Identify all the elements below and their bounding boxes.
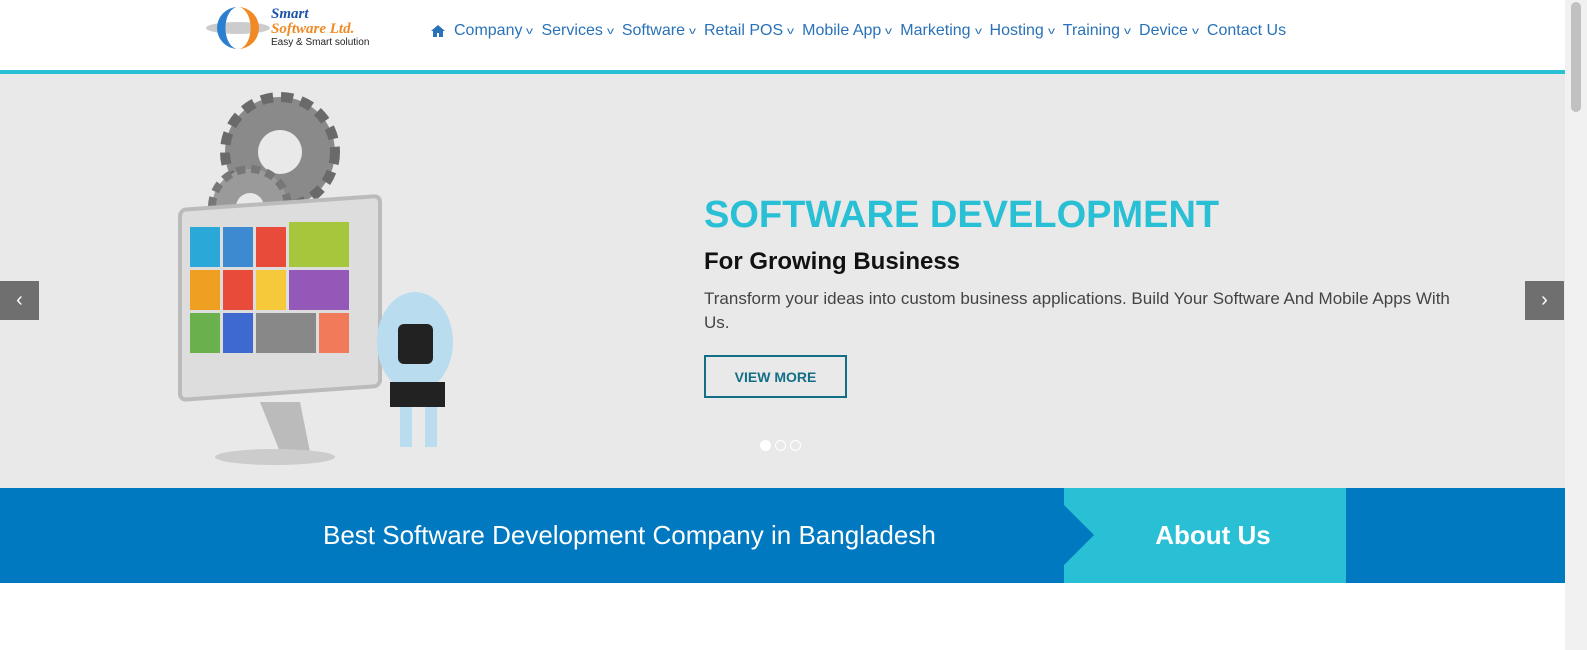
nav-retail-pos[interactable]: Retail POS v: [703, 22, 795, 40]
logo-swirl-icon: [206, 7, 270, 49]
nav-label: Device: [1139, 22, 1188, 39]
arrow-notch: [1064, 505, 1094, 565]
hero-slider: ‹ › SOFTWARE DEVELOPMENT For Growing Bus…: [0, 74, 1565, 488]
nav-label: Contact Us: [1206, 22, 1287, 39]
hero-title: SOFTWARE DEVELOPMENT: [704, 194, 1220, 236]
chevron-right-icon: ›: [1541, 289, 1548, 311]
scrollbar-thumb[interactable]: [1571, 2, 1581, 112]
nav-label: Retail POS: [703, 22, 784, 39]
chevron-down-icon: v: [885, 25, 893, 37]
nav-services[interactable]: Services v: [541, 22, 614, 40]
logo-text: Software Ltd.: [271, 21, 355, 37]
chevron-down-icon: v: [1124, 25, 1132, 37]
home-icon[interactable]: [430, 24, 446, 38]
slide-indicators: [760, 440, 801, 451]
chevron-down-icon: v: [606, 25, 614, 37]
nav-marketing[interactable]: Marketing v: [900, 22, 982, 40]
site-header: Smart Software Ltd. Easy & Smart solutio…: [0, 0, 1565, 74]
logo-tagline: Easy & Smart solution: [271, 37, 370, 48]
chevron-down-icon: v: [688, 25, 696, 37]
chevron-down-icon: v: [1191, 25, 1199, 37]
chevron-left-icon: ‹: [16, 289, 23, 311]
nav-training[interactable]: Training v: [1062, 22, 1132, 40]
band-text: Best Software Development Company in Ban…: [323, 520, 936, 550]
slide-dot-1[interactable]: [760, 440, 771, 451]
prev-slide-button[interactable]: ‹: [0, 281, 39, 320]
nav-device[interactable]: Device v: [1139, 22, 1199, 40]
nav-label: Software: [621, 22, 685, 39]
chevron-down-icon: v: [526, 25, 534, 37]
nav-mobile-app[interactable]: Mobile App v: [802, 22, 893, 40]
nav-label: Marketing: [900, 22, 971, 39]
slide-dot-2[interactable]: [775, 440, 786, 451]
intro-band: Best Software Development Company in Ban…: [0, 488, 1565, 583]
nav-label: Mobile App: [802, 22, 882, 39]
logo[interactable]: Smart Software Ltd. Easy & Smart solutio…: [205, 4, 380, 52]
scrollbar[interactable]: [1565, 0, 1587, 650]
chevron-down-icon: v: [1047, 25, 1055, 37]
next-slide-button[interactable]: ›: [1525, 281, 1564, 320]
main-nav: Company v Services v Software v Retail POS v…: [430, 22, 1295, 40]
hero-subtitle: For Growing Business: [704, 248, 961, 275]
nav-company[interactable]: Company v: [454, 22, 534, 40]
nav-label: Services: [541, 22, 603, 39]
nav-contact-us[interactable]: Contact Us: [1207, 22, 1286, 40]
nav-software[interactable]: Software v: [621, 22, 696, 40]
nav-label: Company: [454, 22, 523, 39]
view-more-button[interactable]: VIEW MORE: [704, 355, 847, 398]
nav-label: Training: [1062, 22, 1121, 39]
nav-hosting[interactable]: Hosting v: [989, 22, 1055, 40]
about-us-label: About Us: [1155, 520, 1271, 550]
chevron-down-icon: v: [974, 25, 982, 37]
chevron-down-icon: v: [787, 25, 795, 37]
nav-label: Hosting: [989, 22, 1044, 39]
software-illustration: [178, 92, 453, 465]
about-us-button[interactable]: About Us: [1064, 488, 1346, 583]
hero-description: Transform your ideas into custom busines…: [704, 289, 1450, 332]
slide-dot-3[interactable]: [790, 440, 801, 451]
